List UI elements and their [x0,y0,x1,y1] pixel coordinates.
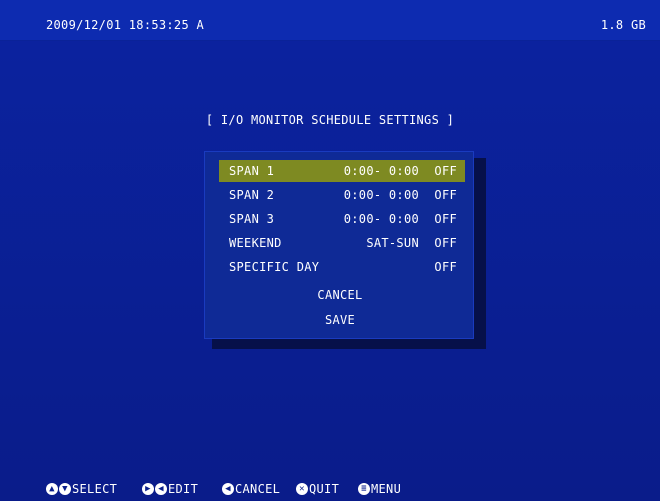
row-range[interactable]: 0:00- 0:00 [344,208,419,230]
cancel-button[interactable]: CANCEL [205,284,475,306]
quit-icon: ✕ [296,483,308,495]
menu-icon: ≡ [358,483,370,495]
back-arrow-icon: ◀ [222,483,234,495]
datetime-display: 2009/12/01 18:53:25 A [46,18,205,32]
schedule-panel: SPAN 1 0:00- 0:00 OFF SPAN 2 0:00- 0:00 … [204,151,474,339]
span-1-row[interactable]: SPAN 1 0:00- 0:00 OFF [219,160,465,182]
status-bar: 2009/12/01 18:53:25 A 1.8 GB [0,0,660,41]
cancel-hint-label: CANCEL [235,482,281,496]
row-state[interactable]: OFF [434,232,457,254]
quit-hint: ✕ QUIT [296,478,339,500]
edit-hint: ▶ ◀ EDIT [142,478,198,500]
row-range[interactable]: 0:00- 0:00 [344,160,419,182]
menu-hint: ≡ MENU [358,478,401,500]
row-label: SPECIFIC DAY [229,260,320,274]
span-2-row[interactable]: SPAN 2 0:00- 0:00 OFF [219,184,465,206]
left-arrow-icon: ◀ [155,483,167,495]
row-state[interactable]: OFF [434,208,457,230]
row-state[interactable]: OFF [434,256,457,278]
quit-hint-label: QUIT [309,482,340,496]
weekend-row[interactable]: WEEKEND SAT-SUN OFF [219,232,465,254]
row-label: SPAN 1 [229,164,275,178]
dialog-title: [ I/O MONITOR SCHEDULE SETTINGS ] [205,113,455,127]
row-range[interactable]: SAT-SUN [366,232,419,254]
span-3-row[interactable]: SPAN 3 0:00- 0:00 OFF [219,208,465,230]
left-right-arrows-icon: ▶ [142,483,154,495]
disk-capacity: 1.8 GB [600,18,646,32]
row-label: WEEKEND [229,236,282,250]
row-state[interactable]: OFF [434,160,457,182]
specific-day-row[interactable]: SPECIFIC DAY OFF [219,256,465,278]
save-button[interactable]: SAVE [205,309,475,331]
menu-hint-label: MENU [371,482,402,496]
cancel-hint: ◀ CANCEL [222,478,280,500]
edit-hint-label: EDIT [168,482,199,496]
key-hint-bar: ▲ ▼ SELECT ▶ ◀ EDIT ◀ CANCEL ✕ QUIT ≡ MENU [0,478,660,500]
select-hint: ▲ ▼ SELECT [46,478,117,500]
row-range[interactable]: 0:00- 0:00 [344,184,419,206]
up-down-arrows-icon: ▲ [46,483,58,495]
down-arrow-icon: ▼ [59,483,71,495]
select-hint-label: SELECT [72,482,118,496]
dvr-screen: 2009/12/01 18:53:25 A 1.8 GB [ I/O MONIT… [0,0,660,501]
row-state[interactable]: OFF [434,184,457,206]
row-label: SPAN 2 [229,188,275,202]
row-label: SPAN 3 [229,212,275,226]
